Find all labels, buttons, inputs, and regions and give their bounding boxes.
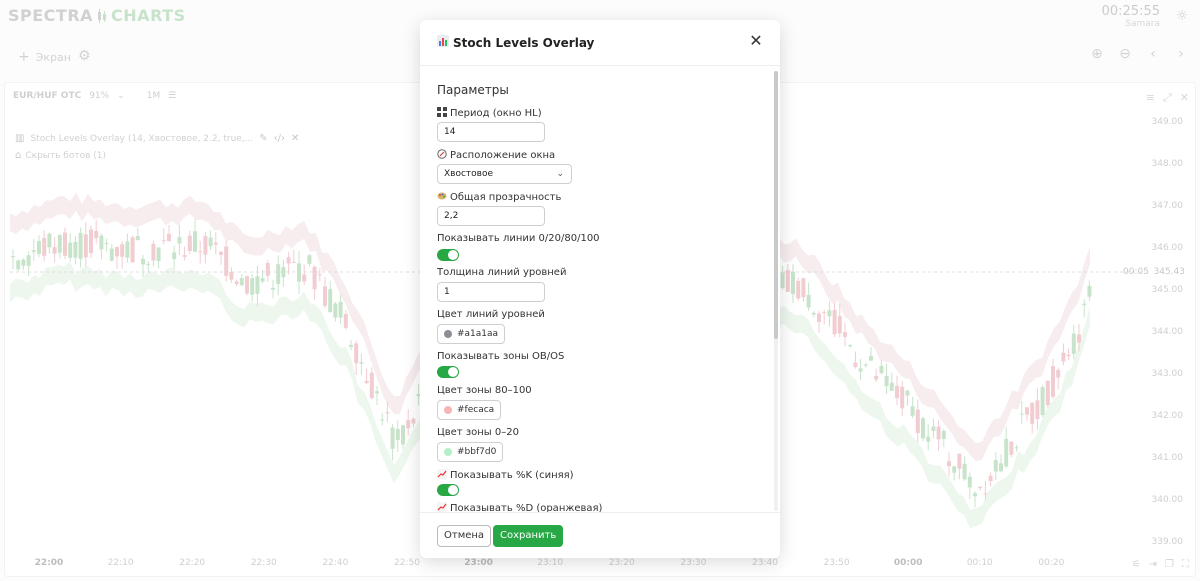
line-color-picker[interactable]: #a1a1aa [437, 324, 506, 344]
compass-icon [437, 149, 447, 162]
position-label: Расположение окна [437, 149, 555, 162]
dialog-header: Stoch Levels Overlay ✕ [420, 20, 780, 66]
show-d-label: Показывать %D (оранжевая) [437, 502, 602, 512]
color-swatch [444, 406, 452, 414]
zone-low-label: Цвет зоны 0–20 [437, 427, 519, 438]
zone-high-label: Цвет зоны 80–100 [437, 385, 532, 396]
opacity-label: Общая прозрачность [437, 191, 561, 204]
dialog-body[interactable]: Параметры Период (окно HL) 14 Расположен… [420, 67, 780, 512]
show-zones-toggle[interactable] [437, 366, 459, 378]
opacity-label-text: Общая прозрачность [450, 192, 562, 203]
opacity-input[interactable]: 2,2 [437, 206, 545, 226]
line-width-label: Толщина линий уровней [437, 267, 567, 278]
color-swatch [444, 448, 452, 456]
position-select[interactable]: Хвостовое ⌄ [437, 164, 572, 184]
section-title: Параметры [437, 83, 509, 97]
dialog-scrollbar[interactable] [774, 71, 778, 511]
show-zones-label: Показывать зоны OB/OS [437, 351, 565, 362]
dialog-footer: Отмена Сохранить [420, 512, 780, 558]
cancel-button[interactable]: Отмена [437, 525, 492, 547]
line-color-label: Цвет линий уровней [437, 309, 545, 320]
color-swatch [444, 330, 452, 338]
show-k-label-text: Показывать %K (синяя) [450, 470, 574, 481]
zone-low-color-picker[interactable]: #bbf7d0 [437, 442, 504, 462]
zone-low-color-value: #bbf7d0 [457, 447, 497, 457]
line-width-input[interactable]: 1 [437, 282, 545, 302]
position-label-text: Расположение окна [450, 150, 556, 161]
show-k-label: Показывать %K (синяя) [437, 469, 574, 482]
grid-icon [437, 107, 447, 120]
bar-chart-icon [437, 35, 449, 50]
save-button[interactable]: Сохранить [493, 525, 564, 547]
period-label: Период (окно HL) [437, 107, 542, 120]
chevron-down-icon: ⌄ [556, 169, 564, 179]
zone-high-color-value: #fecaca [457, 405, 495, 415]
show-k-toggle[interactable] [437, 484, 459, 496]
show-lines-toggle[interactable] [437, 249, 459, 261]
position-select-value: Хвостовое [444, 169, 494, 179]
show-lines-label: Показывать линии 0/20/80/100 [437, 233, 600, 244]
period-input[interactable]: 14 [437, 122, 545, 142]
dialog-title: Stoch Levels Overlay [437, 35, 594, 50]
line-chart-icon [437, 502, 447, 512]
dialog-title-text: Stoch Levels Overlay [453, 35, 595, 50]
line-chart-icon [437, 469, 447, 482]
period-label-text: Период (окно HL) [450, 108, 542, 119]
toggle-knob [448, 367, 458, 377]
close-icon[interactable]: ✕ [748, 33, 764, 49]
zone-high-color-picker[interactable]: #fecaca [437, 400, 502, 420]
toggle-knob [448, 485, 458, 495]
palette-icon [437, 191, 447, 204]
scrollbar-thumb[interactable] [774, 71, 778, 339]
toggle-knob [448, 250, 458, 260]
show-d-label-text: Показывать %D (оранжевая) [450, 503, 603, 512]
line-color-value: #a1a1aa [457, 329, 499, 339]
indicator-settings-dialog: Stoch Levels Overlay ✕ Параметры Период … [420, 20, 780, 558]
